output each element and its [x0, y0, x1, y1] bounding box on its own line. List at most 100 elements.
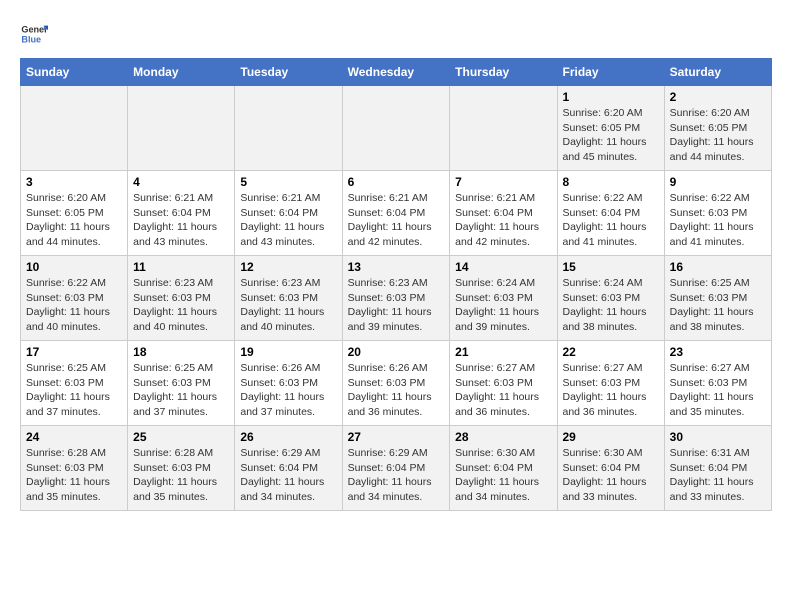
day-number: 11 [133, 260, 229, 274]
day-info: Sunrise: 6:20 AM Sunset: 6:05 PM Dayligh… [670, 106, 766, 165]
day-number: 12 [240, 260, 336, 274]
day-number: 1 [563, 90, 659, 104]
day-number: 28 [455, 430, 551, 444]
calendar-cell: 22 Sunrise: 6:27 AM Sunset: 6:03 PM Dayli… [557, 341, 664, 426]
day-number: 8 [563, 175, 659, 189]
day-number: 13 [348, 260, 445, 274]
calendar-cell: 3 Sunrise: 6:20 AM Sunset: 6:05 PM Daylig… [21, 171, 128, 256]
calendar-cell: 30 Sunrise: 6:31 AM Sunset: 6:04 PM Dayli… [664, 426, 771, 511]
day-info: Sunrise: 6:31 AM Sunset: 6:04 PM Dayligh… [670, 446, 766, 505]
day-number: 16 [670, 260, 766, 274]
weekday-header: Friday [557, 59, 664, 86]
calendar-cell: 7 Sunrise: 6:21 AM Sunset: 6:04 PM Daylig… [450, 171, 557, 256]
day-number: 4 [133, 175, 229, 189]
calendar-cell: 18Sunrise: 6:25 AM Sunset: 6:03 PM Dayli… [128, 341, 235, 426]
day-info: Sunrise: 6:23 AM Sunset: 6:03 PM Dayligh… [348, 276, 445, 335]
day-info: Sunrise: 6:25 AM Sunset: 6:03 PM Dayligh… [26, 361, 122, 420]
day-number: 19 [240, 345, 336, 359]
calendar-cell: 23 Sunrise: 6:27 AM Sunset: 6:03 PM Dayli… [664, 341, 771, 426]
day-info: Sunrise: 6:21 AM Sunset: 6:04 PM Dayligh… [133, 191, 229, 250]
day-info: Sunrise: 6:21 AM Sunset: 6:04 PM Dayligh… [348, 191, 445, 250]
day-info: Sunrise: 6:28 AM Sunset: 6:03 PM Dayligh… [26, 446, 122, 505]
logo-icon: General Blue [20, 20, 48, 48]
weekday-header: Monday [128, 59, 235, 86]
day-info: Sunrise: 6:26 AM Sunset: 6:03 PM Dayligh… [240, 361, 336, 420]
page-header: General Blue [20, 20, 772, 48]
day-number: 3 [26, 175, 122, 189]
day-number: 17 [26, 345, 122, 359]
calendar-cell: 2 Sunrise: 6:20 AM Sunset: 6:05 PM Daylig… [664, 86, 771, 171]
day-number: 25 [133, 430, 229, 444]
day-info: Sunrise: 6:23 AM Sunset: 6:03 PM Dayligh… [240, 276, 336, 335]
calendar-cell: 27Sunrise: 6:29 AM Sunset: 6:04 PM Dayli… [342, 426, 450, 511]
day-info: Sunrise: 6:28 AM Sunset: 6:03 PM Dayligh… [133, 446, 229, 505]
calendar-cell: 15 Sunrise: 6:24 AM Sunset: 6:03 PM Dayli… [557, 256, 664, 341]
day-number: 2 [670, 90, 766, 104]
day-number: 6 [348, 175, 445, 189]
calendar-cell [21, 86, 128, 171]
day-number: 29 [563, 430, 659, 444]
calendar-cell: 25 Sunrise: 6:28 AM Sunset: 6:03 PM Dayli… [128, 426, 235, 511]
day-info: Sunrise: 6:30 AM Sunset: 6:04 PM Dayligh… [455, 446, 551, 505]
day-info: Sunrise: 6:27 AM Sunset: 6:03 PM Dayligh… [455, 361, 551, 420]
day-info: Sunrise: 6:23 AM Sunset: 6:03 PM Dayligh… [133, 276, 229, 335]
day-info: Sunrise: 6:27 AM Sunset: 6:03 PM Dayligh… [563, 361, 659, 420]
calendar-cell: 16 Sunrise: 6:25 AM Sunset: 6:03 PM Dayli… [664, 256, 771, 341]
day-number: 24 [26, 430, 122, 444]
calendar-week-row: 24 Sunrise: 6:28 AM Sunset: 6:03 PM Dayli… [21, 426, 772, 511]
day-number: 9 [670, 175, 766, 189]
day-info: Sunrise: 6:24 AM Sunset: 6:03 PM Dayligh… [455, 276, 551, 335]
calendar-cell: 24 Sunrise: 6:28 AM Sunset: 6:03 PM Dayli… [21, 426, 128, 511]
calendar-week-row: 1 Sunrise: 6:20 AM Sunset: 6:05 PM Daylig… [21, 86, 772, 171]
calendar-cell [128, 86, 235, 171]
calendar-cell: 17 Sunrise: 6:25 AM Sunset: 6:03 PM Dayli… [21, 341, 128, 426]
calendar-cell: 4 Sunrise: 6:21 AM Sunset: 6:04 PM Daylig… [128, 171, 235, 256]
weekday-header: Saturday [664, 59, 771, 86]
calendar-cell: 9Sunrise: 6:22 AM Sunset: 6:03 PM Daylig… [664, 171, 771, 256]
calendar-week-row: 17 Sunrise: 6:25 AM Sunset: 6:03 PM Dayli… [21, 341, 772, 426]
day-info: Sunrise: 6:21 AM Sunset: 6:04 PM Dayligh… [240, 191, 336, 250]
day-info: Sunrise: 6:26 AM Sunset: 6:03 PM Dayligh… [348, 361, 445, 420]
calendar-body: 1 Sunrise: 6:20 AM Sunset: 6:05 PM Daylig… [21, 86, 772, 511]
day-info: Sunrise: 6:21 AM Sunset: 6:04 PM Dayligh… [455, 191, 551, 250]
day-number: 21 [455, 345, 551, 359]
calendar-cell [342, 86, 450, 171]
day-info: Sunrise: 6:25 AM Sunset: 6:03 PM Dayligh… [670, 276, 766, 335]
day-info: Sunrise: 6:22 AM Sunset: 6:04 PM Dayligh… [563, 191, 659, 250]
day-number: 30 [670, 430, 766, 444]
weekday-header: Sunday [21, 59, 128, 86]
day-number: 20 [348, 345, 445, 359]
calendar-week-row: 3 Sunrise: 6:20 AM Sunset: 6:05 PM Daylig… [21, 171, 772, 256]
weekday-header: Wednesday [342, 59, 450, 86]
calendar-cell: 21 Sunrise: 6:27 AM Sunset: 6:03 PM Dayli… [450, 341, 557, 426]
day-info: Sunrise: 6:30 AM Sunset: 6:04 PM Dayligh… [563, 446, 659, 505]
calendar-week-row: 10Sunrise: 6:22 AM Sunset: 6:03 PM Dayli… [21, 256, 772, 341]
calendar-cell: 11 Sunrise: 6:23 AM Sunset: 6:03 PM Dayli… [128, 256, 235, 341]
calendar-cell: 8 Sunrise: 6:22 AM Sunset: 6:04 PM Daylig… [557, 171, 664, 256]
calendar-cell: 6 Sunrise: 6:21 AM Sunset: 6:04 PM Daylig… [342, 171, 450, 256]
day-info: Sunrise: 6:20 AM Sunset: 6:05 PM Dayligh… [26, 191, 122, 250]
weekday-header: Thursday [450, 59, 557, 86]
day-number: 7 [455, 175, 551, 189]
day-number: 10 [26, 260, 122, 274]
calendar-cell: 19 Sunrise: 6:26 AM Sunset: 6:03 PM Dayli… [235, 341, 342, 426]
calendar-cell: 29 Sunrise: 6:30 AM Sunset: 6:04 PM Dayli… [557, 426, 664, 511]
svg-text:Blue: Blue [21, 34, 41, 44]
day-number: 27 [348, 430, 445, 444]
day-number: 18 [133, 345, 229, 359]
day-info: Sunrise: 6:24 AM Sunset: 6:03 PM Dayligh… [563, 276, 659, 335]
day-number: 22 [563, 345, 659, 359]
day-number: 15 [563, 260, 659, 274]
calendar-cell: 5 Sunrise: 6:21 AM Sunset: 6:04 PM Daylig… [235, 171, 342, 256]
calendar-header: SundayMondayTuesdayWednesdayThursdayFrid… [21, 59, 772, 86]
day-info: Sunrise: 6:29 AM Sunset: 6:04 PM Dayligh… [240, 446, 336, 505]
calendar-cell: 28 Sunrise: 6:30 AM Sunset: 6:04 PM Dayli… [450, 426, 557, 511]
calendar-cell: 26 Sunrise: 6:29 AM Sunset: 6:04 PM Dayli… [235, 426, 342, 511]
day-number: 5 [240, 175, 336, 189]
calendar-cell: 1Sunrise: 6:20 AM Sunset: 6:05 PM Daylig… [557, 86, 664, 171]
calendar-cell: 10Sunrise: 6:22 AM Sunset: 6:03 PM Dayli… [21, 256, 128, 341]
day-number: 26 [240, 430, 336, 444]
weekday-header: Tuesday [235, 59, 342, 86]
day-number: 23 [670, 345, 766, 359]
day-info: Sunrise: 6:27 AM Sunset: 6:03 PM Dayligh… [670, 361, 766, 420]
